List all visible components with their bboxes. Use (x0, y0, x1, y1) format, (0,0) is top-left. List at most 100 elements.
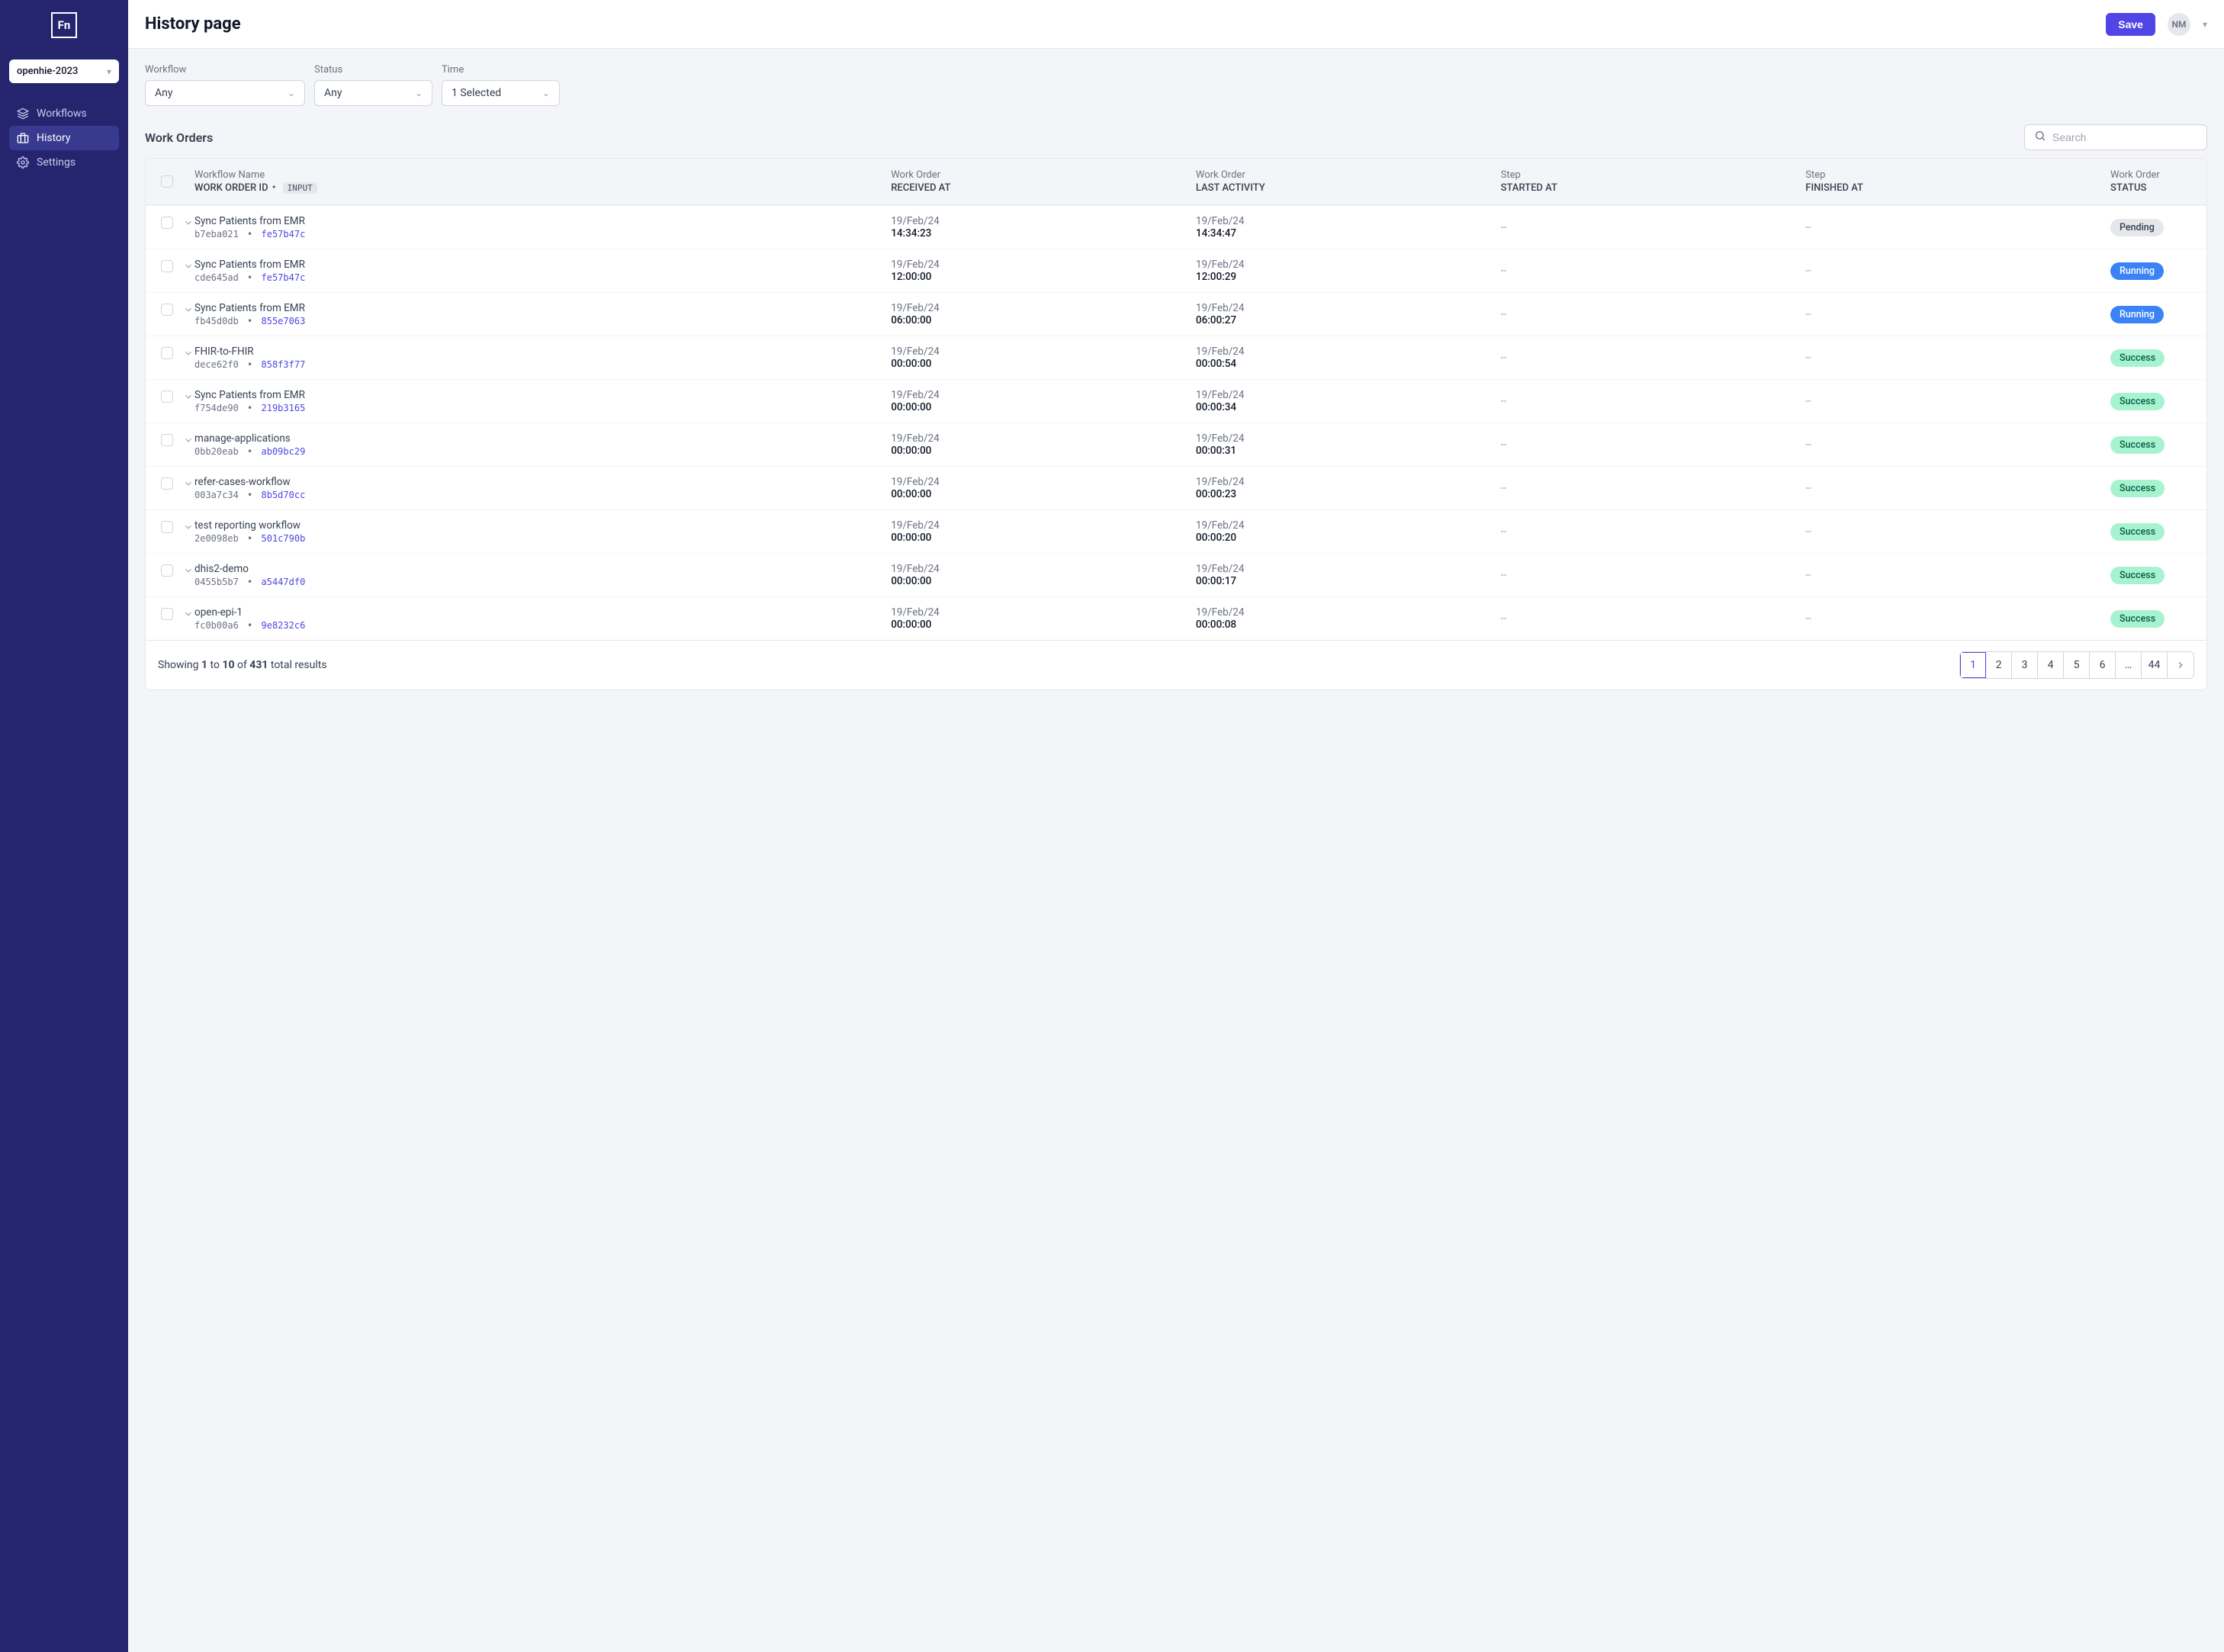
activity-time: 00:00:08 (1196, 619, 1501, 631)
table-row: test reporting workflow 2e0098eb • 501c7… (146, 509, 2206, 553)
filter-select-status[interactable]: Any ⌄ (314, 80, 432, 106)
page-next-button[interactable] (2168, 652, 2193, 678)
expand-row-toggle[interactable] (179, 435, 198, 445)
workflow-name: dhis2-demo (194, 563, 891, 575)
activity-time: 14:34:47 (1196, 227, 1501, 239)
expand-row-toggle[interactable] (179, 261, 198, 272)
search-box[interactable] (2024, 124, 2207, 150)
chevron-down-icon: ⌄ (542, 88, 550, 98)
col-header-received-l2: RECEIVED AT (891, 182, 1196, 194)
status-badge: Success (2110, 480, 2165, 497)
status-badge: Success (2110, 523, 2165, 541)
step-started: -- (1501, 439, 1506, 451)
project-selected-label: openhie-2023 (17, 66, 78, 77)
received-time: 00:00:00 (891, 619, 1196, 631)
work-order-hash-link[interactable]: a5447df0 (262, 577, 306, 587)
step-started: -- (1501, 525, 1506, 538)
pagination: 123456…44 (1959, 651, 2194, 679)
sidebar-item-settings[interactable]: Settings (9, 150, 119, 175)
activity-date: 19/Feb/24 (1196, 606, 1501, 619)
work-order-hash-link[interactable]: fe57b47c (262, 272, 306, 283)
page-button[interactable]: 44 (2142, 652, 2168, 678)
page-button[interactable]: 2 (1986, 652, 2012, 678)
expand-row-toggle[interactable] (179, 217, 198, 228)
received-date: 19/Feb/24 (891, 432, 1196, 445)
received-date: 19/Feb/24 (891, 302, 1196, 314)
sidebar-item-history[interactable]: History (9, 126, 119, 150)
step-finished: -- (1805, 569, 1811, 581)
filter-label-time: Time (442, 64, 560, 76)
page-button[interactable]: 3 (2012, 652, 2038, 678)
row-checkbox[interactable] (161, 564, 173, 577)
work-order-id: 2e0098eb (194, 533, 239, 544)
page-button[interactable]: 5 (2064, 652, 2090, 678)
table-row: Sync Patients from EMR cde645ad • fe57b4… (146, 249, 2206, 292)
work-order-hash-link[interactable]: 219b3165 (262, 403, 306, 413)
row-checkbox[interactable] (161, 304, 173, 316)
row-checkbox[interactable] (161, 391, 173, 403)
activity-date: 19/Feb/24 (1196, 302, 1501, 314)
sidebar-item-label: Settings (37, 156, 76, 169)
filter-select-workflow[interactable]: Any ⌄ (145, 80, 305, 106)
expand-row-toggle[interactable] (179, 609, 198, 619)
layers-icon (17, 108, 29, 120)
work-order-hash-link[interactable]: 8b5d70cc (262, 490, 306, 500)
row-checkbox[interactable] (161, 434, 173, 446)
step-started: -- (1501, 265, 1506, 277)
expand-row-toggle[interactable] (179, 391, 198, 402)
status-badge: Success (2110, 393, 2165, 410)
project-selector[interactable]: openhie-2023 ▾ (9, 59, 119, 83)
activity-time: 00:00:31 (1196, 445, 1501, 457)
filter-bar: Workflow Any ⌄ Status Any ⌄ Time (145, 64, 2207, 106)
filter-label-workflow: Workflow (145, 64, 305, 76)
table-row: Sync Patients from EMR fb45d0db • 855e70… (146, 292, 2206, 336)
row-checkbox[interactable] (161, 217, 173, 229)
filter-select-time[interactable]: 1 Selected ⌄ (442, 80, 560, 106)
row-checkbox[interactable] (161, 608, 173, 620)
received-time: 00:00:00 (891, 532, 1196, 544)
work-order-hash-link[interactable]: 501c790b (262, 533, 306, 544)
user-avatar[interactable]: NM (2168, 13, 2190, 36)
activity-time: 00:00:20 (1196, 532, 1501, 544)
received-time: 12:00:00 (891, 271, 1196, 283)
expand-row-toggle[interactable] (179, 304, 198, 315)
work-order-hash-link[interactable]: ab09bc29 (262, 446, 306, 457)
activity-time: 06:00:27 (1196, 314, 1501, 326)
received-time: 14:34:23 (891, 227, 1196, 239)
page-button[interactable]: 4 (2038, 652, 2064, 678)
topbar: History page Save NM ▾ (128, 0, 2224, 49)
page-ellipsis: … (2116, 652, 2142, 678)
expand-row-toggle[interactable] (179, 348, 198, 358)
col-header-status-l2: STATUS (2110, 182, 2194, 194)
step-started: -- (1501, 308, 1506, 320)
row-checkbox[interactable] (161, 477, 173, 490)
filter-value: 1 Selected (452, 87, 501, 99)
work-order-hash-link[interactable]: 9e8232c6 (262, 620, 306, 631)
work-order-id: 0bb20eab (194, 446, 239, 457)
expand-row-toggle[interactable] (179, 565, 198, 576)
search-input[interactable] (2052, 131, 2197, 143)
save-button[interactable]: Save (2106, 13, 2155, 36)
expand-row-toggle[interactable] (179, 478, 198, 489)
work-order-hash-link[interactable]: 858f3f77 (262, 359, 306, 370)
select-all-checkbox[interactable] (161, 175, 173, 188)
work-order-hash-link[interactable]: 855e7063 (262, 316, 306, 326)
row-checkbox[interactable] (161, 347, 173, 359)
chevron-down-icon[interactable]: ▾ (2203, 19, 2207, 30)
step-finished: -- (1805, 352, 1811, 364)
sidebar-item-workflows[interactable]: Workflows (9, 101, 119, 126)
page-button[interactable]: 6 (2090, 652, 2116, 678)
work-order-hash-link[interactable]: fe57b47c (262, 229, 306, 239)
received-time: 00:00:00 (891, 488, 1196, 500)
chevron-down-icon: ⌄ (415, 88, 423, 98)
activity-date: 19/Feb/24 (1196, 259, 1501, 271)
status-badge: Success (2110, 349, 2165, 367)
received-date: 19/Feb/24 (891, 476, 1196, 488)
expand-row-toggle[interactable] (179, 522, 198, 532)
page-button[interactable]: 1 (1960, 652, 1986, 678)
row-checkbox[interactable] (161, 260, 173, 272)
table-row: open-epi-1 fc0b00a6 • 9e8232c6 19/Feb/24… (146, 596, 2206, 640)
row-checkbox[interactable] (161, 521, 173, 533)
status-badge: Pending (2110, 219, 2164, 236)
step-finished: -- (1805, 525, 1811, 538)
